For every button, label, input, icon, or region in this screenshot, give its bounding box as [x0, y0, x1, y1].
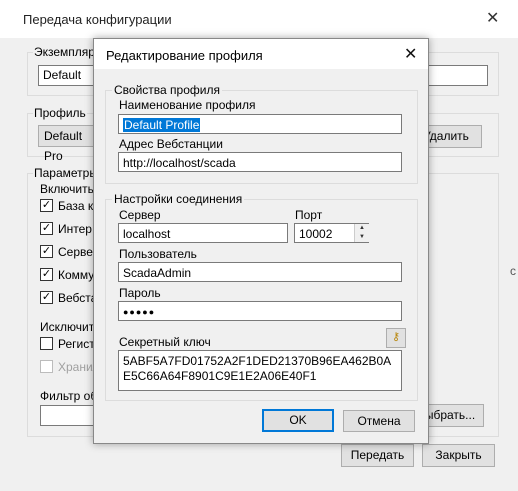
- background-window-title: Передача конфигурации: [23, 12, 172, 27]
- exclude-checkbox-1[interactable]: [40, 337, 53, 350]
- port-label: Порт: [295, 208, 323, 222]
- exclude-label-1: Регист: [58, 337, 95, 351]
- include-checkbox-2[interactable]: ✓: [40, 222, 53, 235]
- profile-props-label: Свойства профиля: [112, 83, 222, 97]
- generate-key-button[interactable]: ⚷: [386, 328, 406, 348]
- dialog-title: Редактирование профиля: [106, 48, 263, 63]
- server-label: Сервер: [119, 208, 161, 222]
- profile-name-label: Наименование профиля: [119, 98, 256, 112]
- exclude-label: Исключить: [40, 320, 101, 334]
- include-checkbox-5[interactable]: ✓: [40, 291, 53, 304]
- secret-key-textarea[interactable]: 5ABF5A7FD01752A2F1DED21370B96EA462B0AE5C…: [118, 350, 402, 391]
- transfer-button-label: Передать: [350, 448, 405, 462]
- include-label: Включить:: [40, 182, 98, 196]
- key-icon: ⚷: [391, 331, 401, 343]
- port-value: 10002: [299, 227, 333, 241]
- dialog-close-icon[interactable]: ✕: [404, 44, 417, 64]
- port-spinner[interactable]: ▲ ▼: [354, 224, 369, 242]
- filter-field[interactable]: [40, 405, 94, 426]
- include-label-5: Вебста: [58, 291, 98, 305]
- password-value: ●●●●●: [123, 307, 156, 317]
- select-button-label: ыбрать...: [424, 408, 476, 422]
- edge-text: с: [510, 264, 516, 278]
- web-address-value: http://localhost/scada: [123, 156, 236, 170]
- transfer-button[interactable]: Передать: [341, 444, 414, 467]
- web-address-input[interactable]: http://localhost/scada: [118, 152, 402, 172]
- secret-key-label: Секретный ключ: [119, 335, 211, 349]
- ok-button[interactable]: OK: [262, 409, 334, 432]
- profile-label: Профиль: [33, 106, 87, 120]
- dialog-titlebar: Редактирование профиля ✕: [94, 39, 428, 69]
- spin-down-icon[interactable]: ▼: [355, 233, 369, 242]
- profile-value: Default Pro: [44, 129, 83, 163]
- user-input[interactable]: ScadaAdmin: [118, 262, 402, 282]
- include-checkbox-4[interactable]: ✓: [40, 268, 53, 281]
- cancel-button-label: Отмена: [357, 414, 401, 428]
- spin-up-icon[interactable]: ▲: [355, 224, 369, 233]
- params-label: Параметры: [33, 166, 99, 180]
- instance-value: Default: [43, 68, 82, 82]
- secret-key-value: 5ABF5A7FD01752A2F1DED21370B96EA462B0AE5C…: [123, 354, 392, 383]
- include-checkbox-3[interactable]: ✓: [40, 245, 53, 258]
- close-button-label: Закрыть: [435, 448, 482, 462]
- exclude-checkbox-2: [40, 360, 53, 373]
- connection-label: Настройки соединения: [112, 192, 245, 206]
- ok-button-label: OK: [289, 413, 307, 427]
- server-input[interactable]: localhost: [118, 223, 288, 243]
- edit-profile-dialog: Редактирование профиля ✕ Свойства профил…: [93, 38, 429, 444]
- filter-label: Фильтр об: [40, 389, 98, 403]
- close-icon[interactable]: ✕: [486, 8, 499, 28]
- profile-name-value: Default Profile: [123, 118, 201, 132]
- profile-name-input[interactable]: Default Profile: [118, 114, 402, 134]
- include-checkbox-1[interactable]: ✓: [40, 199, 53, 212]
- delete-button-label: Удалить: [423, 129, 469, 143]
- close-button[interactable]: Закрыть: [422, 444, 495, 467]
- include-label-1: База к: [58, 199, 94, 213]
- password-input[interactable]: ●●●●●: [118, 301, 402, 321]
- user-value: ScadaAdmin: [123, 266, 192, 280]
- background-titlebar: Передача конфигурации ✕: [0, 0, 518, 38]
- include-label-4: Комму: [58, 268, 95, 282]
- instance-label: Экземпляр: [33, 45, 96, 59]
- password-label: Пароль: [119, 286, 161, 300]
- web-address-label: Адрес Вебстанции: [119, 137, 223, 151]
- include-label-2: Интер: [58, 222, 92, 236]
- cancel-button[interactable]: Отмена: [343, 410, 415, 432]
- user-label: Пользователь: [119, 247, 197, 261]
- server-value: localhost: [123, 227, 171, 241]
